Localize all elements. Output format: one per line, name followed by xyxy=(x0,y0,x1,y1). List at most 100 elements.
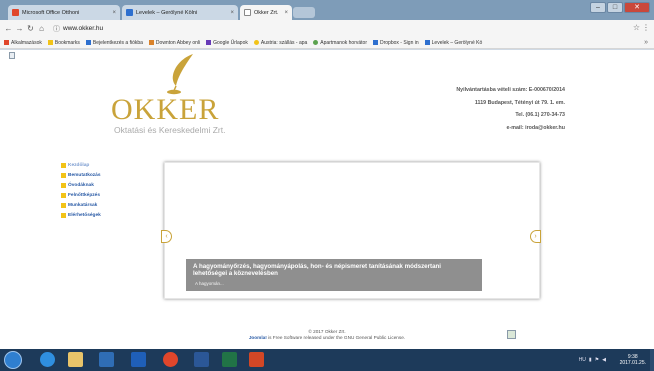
windows-taskbar: HU ▮ ⚑ ◀ 9:38 2017.01.25. xyxy=(0,349,654,371)
footer-badge-image xyxy=(507,330,516,339)
clock-date: 2017.01.25. xyxy=(619,360,646,366)
tab-okker[interactable]: Okker Zrt. × xyxy=(240,5,292,20)
star-icon xyxy=(47,40,53,45)
menu-item-felnottkepzes[interactable]: Felnőttképzés xyxy=(61,190,101,200)
quill-icon xyxy=(167,54,193,95)
bookmark-label: Alkalmazások xyxy=(11,39,42,46)
bookmark-dropbox[interactable]: Dropbox - Sign in xyxy=(373,40,419,46)
reload-icon[interactable]: ↻ xyxy=(25,24,36,33)
new-tab-button[interactable] xyxy=(293,7,315,18)
bookmark-austria[interactable]: Austria: szállás - apa xyxy=(253,39,308,46)
slide-caption[interactable]: A hagyományőrzés, hagyományápolás, hon- … xyxy=(186,259,482,291)
dropbox-icon xyxy=(373,40,378,45)
tab-label: Levelek – Gerölyné Kölni xyxy=(136,9,198,16)
bookmark-label: Dropbox - Sign in xyxy=(380,39,419,46)
menu-item-bemutatkozas[interactable]: Bemutatkozás xyxy=(61,170,101,180)
forward-icon[interactable]: → xyxy=(14,24,25,33)
sun-icon xyxy=(253,40,259,45)
bookmark-levelek[interactable]: Levelek – Gerölyné Kö xyxy=(424,39,483,46)
more-bookmarks-icon[interactable]: » xyxy=(644,39,648,46)
bookmark-label: Bejelentkezés a fiókba xyxy=(92,39,143,46)
excel-icon[interactable] xyxy=(222,352,237,367)
office-icon xyxy=(12,9,19,16)
volume-icon[interactable]: ◀ xyxy=(602,357,606,363)
page-icon xyxy=(244,9,251,16)
slider-next-button[interactable]: › xyxy=(530,230,541,243)
email[interactable]: e-mail: iroda@okker.hu xyxy=(456,122,565,135)
home-icon[interactable]: ⌂ xyxy=(36,24,47,33)
bookmark-apartmanok[interactable]: Apartmanok horvátor xyxy=(313,40,367,46)
close-window-button[interactable]: ✕ xyxy=(624,2,650,13)
browser-tabstrip: Microsoft Office Otthoni × Levelek – Ger… xyxy=(0,0,654,20)
minimize-button[interactable]: – xyxy=(590,2,606,13)
flag-icon[interactable]: ⚑ xyxy=(595,357,599,363)
bookmark-apps[interactable]: Alkalmazások xyxy=(4,40,42,46)
language-indicator[interactable]: HU xyxy=(579,357,586,363)
news-slider[interactable]: A hagyományőrzés, hagyományápolás, hon- … xyxy=(164,162,540,299)
bullet-icon xyxy=(61,162,66,168)
address: 1119 Budapest, Tétényi út 79. 1. em. xyxy=(474,99,565,106)
outlook-icon[interactable] xyxy=(131,352,146,367)
bookmark-downton[interactable]: Downton Abbey onli xyxy=(148,39,201,46)
menu-icon[interactable]: ⋮ xyxy=(642,23,650,32)
forms-icon xyxy=(206,40,212,45)
media-icon[interactable] xyxy=(99,352,114,367)
tab-label: Microsoft Office Otthoni xyxy=(22,9,80,16)
tab-levelek[interactable]: Levelek – Gerölyné Kölni × xyxy=(122,5,238,20)
contact-info: Nyilvántartásba vételi szám: E-000670/20… xyxy=(456,84,565,134)
menu-label: Óvodáknak xyxy=(68,182,94,188)
broken-image-icon xyxy=(9,52,15,59)
menu-item-elerhetosegek[interactable]: Elérhetőségek xyxy=(61,210,101,220)
bookmark-google-forms[interactable]: Google Űrlapok xyxy=(206,40,248,46)
system-tray: HU ▮ ⚑ ◀ xyxy=(579,357,606,363)
bookmark-label: Apartmanok horvátor xyxy=(320,39,367,46)
explorer-icon[interactable] xyxy=(68,352,83,367)
address-bar[interactable]: ⓘ www.okker.hu xyxy=(53,22,653,35)
footer-joomla: Joomla! is Free Software released under … xyxy=(0,335,654,340)
footer-copyright: © 2017 Okker Zrt. xyxy=(308,329,346,334)
microsoft-icon xyxy=(85,40,91,45)
bookmark-star-icon[interactable]: ☆ xyxy=(633,23,640,32)
okker-logo[interactable]: OKKER Oktatási és Kereskedelmi Zrt. xyxy=(110,53,230,135)
powerpoint-icon[interactable] xyxy=(249,352,264,367)
video-icon xyxy=(148,40,154,45)
window-controls: – □ ✕ xyxy=(590,2,650,13)
show-desktop-button[interactable] xyxy=(650,349,654,371)
bookmark-label: Levelek – Gerölyné Kö xyxy=(431,39,483,46)
bookmark-bookmarks[interactable]: Bookmarks xyxy=(47,40,80,46)
ie-icon[interactable] xyxy=(40,352,55,367)
menu-item-ovodaknak[interactable]: Óvodáknak xyxy=(61,180,101,190)
menu-label: Kezdőlap xyxy=(68,162,90,168)
chrome-icon[interactable] xyxy=(163,352,178,367)
slide-title[interactable]: A hagyományőrzés, hagyományápolás, hon- … xyxy=(193,263,475,277)
bookmark-label: Austria: szállás - apa xyxy=(260,39,308,46)
slide-readmore-link[interactable]: A hagyomán... xyxy=(195,281,224,286)
close-icon[interactable]: × xyxy=(230,10,234,16)
logo-subtitle: Oktatási és Kereskedelmi Zrt. xyxy=(114,125,226,135)
bookmarks-bar: Alkalmazások Bookmarks Bejelentkezés a f… xyxy=(0,37,654,49)
info-icon[interactable]: ⓘ xyxy=(53,24,60,34)
menu-item-kezdolap[interactable]: Kezdőlap xyxy=(61,160,101,170)
logo-name: OKKER xyxy=(111,93,220,126)
close-icon[interactable]: × xyxy=(112,10,116,16)
bookmark-login[interactable]: Bejelentkezés a fiókba xyxy=(85,39,143,46)
network-icon[interactable]: ▮ xyxy=(589,357,592,363)
start-button[interactable] xyxy=(4,351,22,369)
address-url[interactable]: www.okker.hu xyxy=(63,25,103,32)
bullet-icon xyxy=(61,172,66,178)
clock[interactable]: 9:38 2017.01.25. xyxy=(620,354,646,366)
browser-toolbar: ← → ↻ ⌂ ⓘ www.okker.hu ☆ ⋮ xyxy=(0,20,654,37)
bullet-icon xyxy=(61,212,66,218)
word-icon[interactable] xyxy=(194,352,209,367)
tab-office[interactable]: Microsoft Office Otthoni × xyxy=(8,5,120,20)
menu-item-munkatarsak[interactable]: Munkatársak xyxy=(61,200,101,210)
mail-icon xyxy=(424,40,430,45)
side-menu: Kezdőlap Bemutatkozás Óvodáknak Felnőttk… xyxy=(61,160,101,220)
bookmark-label: Downton Abbey onli xyxy=(155,39,201,46)
maximize-button[interactable]: □ xyxy=(607,2,623,13)
close-icon[interactable]: × xyxy=(284,10,288,16)
registration-number: Nyilvántartásba vételi szám: E-000670/20… xyxy=(456,87,565,93)
globe-icon xyxy=(313,40,319,45)
joomla-link[interactable]: Joomla! xyxy=(249,335,267,340)
back-icon[interactable]: ← xyxy=(3,24,14,33)
